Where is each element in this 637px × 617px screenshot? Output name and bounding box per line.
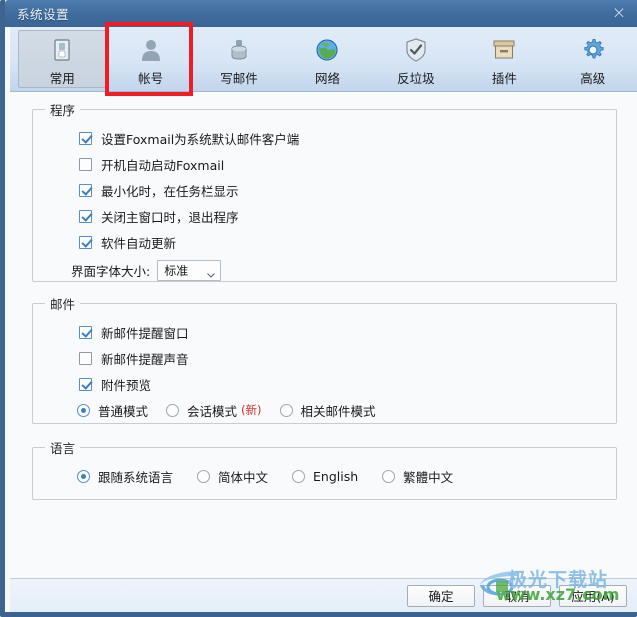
checkbox-minimize-tray-label: 最小化时，在任务栏显示 bbox=[101, 183, 239, 199]
radio-simplified-chinese-label: 简体中文 bbox=[218, 469, 269, 485]
settings-content: 程序 设置Foxmail为系统默认邮件客户端 开机自动启动Foxmail 最小化… bbox=[10, 92, 637, 578]
tab-advanced-label: 高级 bbox=[580, 71, 606, 86]
radio-item-traditional-chinese[interactable]: 繁體中文 bbox=[382, 467, 453, 486]
radio-item-conversation-mode[interactable]: 会话模式 (新) bbox=[166, 401, 262, 420]
apply-button[interactable]: 应用(A) bbox=[559, 584, 627, 607]
tab-account[interactable]: 帐号 bbox=[106, 30, 194, 88]
general-icon bbox=[47, 37, 77, 63]
settings-toolbar: 常用 帐号 写邮件 网络 反垃圾 插件 高级 bbox=[10, 27, 637, 92]
advanced-gear-icon bbox=[578, 37, 608, 63]
checkbox-newmail-popup[interactable] bbox=[79, 325, 92, 339]
checkbox-close-exit-label: 关闭主窗口时，退出程序 bbox=[101, 209, 239, 225]
group-language: 语言 跟随系统语言 简体中文 English 繁體中文 bbox=[32, 438, 617, 500]
tab-advanced[interactable]: 高级 bbox=[549, 30, 637, 88]
group-program-legend: 程序 bbox=[50, 103, 76, 118]
plugin-box-icon bbox=[489, 37, 519, 63]
titlebar: 系统设置 × bbox=[5, 0, 637, 27]
group-mail: 邮件 新邮件提醒窗口 新邮件提醒声音 附件预览 普通模式 会话模式 (新) 相关… bbox=[32, 294, 617, 424]
checkbox-row-autostart[interactable]: 开机自动启动Foxmail bbox=[33, 151, 616, 177]
group-mail-body: 新邮件提醒窗口 新邮件提醒声音 附件预览 普通模式 会话模式 (新) 相关邮件模… bbox=[33, 313, 616, 423]
checkbox-newmail-popup-label: 新邮件提醒窗口 bbox=[101, 325, 189, 341]
checkbox-row-default-client[interactable]: 设置Foxmail为系统默认邮件客户端 bbox=[33, 125, 616, 151]
chevron-down-icon bbox=[207, 267, 216, 278]
tab-account-label: 帐号 bbox=[138, 71, 164, 86]
radio-conversation-mode-label: 会话模式 bbox=[187, 403, 238, 419]
tab-network[interactable]: 网络 bbox=[283, 30, 371, 88]
badge-new: (新) bbox=[241, 403, 262, 417]
checkbox-row-close-exit[interactable]: 关闭主窗口时，退出程序 bbox=[33, 203, 616, 229]
radio-normal-mode[interactable] bbox=[77, 403, 90, 417]
checkbox-close-exit[interactable] bbox=[79, 209, 92, 223]
font-size-label: 界面字体大小: bbox=[71, 263, 151, 279]
checkbox-default-client[interactable] bbox=[79, 131, 92, 145]
tab-general[interactable]: 常用 bbox=[18, 30, 107, 88]
checkbox-default-client-label: 设置Foxmail为系统默认邮件客户端 bbox=[101, 131, 300, 147]
checkbox-minimize-tray[interactable] bbox=[79, 183, 92, 197]
tab-general-label: 常用 bbox=[49, 71, 75, 86]
tab-plugin[interactable]: 插件 bbox=[460, 30, 548, 88]
radio-system-language[interactable] bbox=[77, 469, 90, 483]
group-language-legend: 语言 bbox=[50, 441, 76, 456]
font-size-row: 界面字体大小: 标准 bbox=[33, 255, 616, 285]
checkbox-row-attachment-preview[interactable]: 附件预览 bbox=[33, 371, 616, 397]
radio-english-label: English bbox=[313, 468, 359, 484]
group-program-body: 设置Foxmail为系统默认邮件客户端 开机自动启动Foxmail 最小化时，在… bbox=[33, 119, 616, 285]
checkbox-attachment-preview-label: 附件预览 bbox=[101, 377, 152, 393]
radio-related-mail-mode[interactable] bbox=[279, 403, 293, 417]
checkbox-row-newmail-popup[interactable]: 新邮件提醒窗口 bbox=[33, 319, 616, 345]
tab-network-label: 网络 bbox=[314, 71, 340, 86]
radio-item-system-language[interactable]: 跟随系统语言 bbox=[77, 467, 173, 486]
radio-traditional-chinese[interactable] bbox=[382, 469, 396, 483]
window-title: 系统设置 bbox=[17, 7, 70, 22]
radio-item-normal-mode[interactable]: 普通模式 bbox=[77, 401, 148, 420]
mail-mode-radio-group: 普通模式 会话模式 (新) 相关邮件模式 bbox=[33, 397, 616, 423]
antispam-shield-icon bbox=[401, 37, 431, 63]
radio-related-mail-mode-label: 相关邮件模式 bbox=[300, 403, 376, 419]
radio-simplified-chinese[interactable] bbox=[197, 469, 211, 483]
checkbox-autostart[interactable] bbox=[79, 157, 92, 171]
checkbox-row-minimize-tray[interactable]: 最小化时，在任务栏显示 bbox=[33, 177, 616, 203]
radio-traditional-chinese-label: 繁體中文 bbox=[403, 469, 454, 485]
ok-button[interactable]: 确定 bbox=[407, 584, 475, 607]
radio-english[interactable] bbox=[292, 469, 306, 483]
group-mail-legend: 邮件 bbox=[50, 297, 76, 312]
checkbox-row-auto-update[interactable]: 软件自动更新 bbox=[33, 229, 616, 255]
tab-antispam-label: 反垃圾 bbox=[397, 71, 435, 86]
font-size-select[interactable]: 标准 bbox=[157, 259, 222, 281]
font-size-value: 标准 bbox=[164, 263, 189, 278]
account-person-icon bbox=[136, 37, 166, 63]
checkbox-row-newmail-sound[interactable]: 新邮件提醒声音 bbox=[33, 345, 616, 371]
group-program: 程序 设置Foxmail为系统默认邮件客户端 开机自动启动Foxmail 最小化… bbox=[32, 100, 617, 282]
radio-item-related-mail-mode[interactable]: 相关邮件模式 bbox=[279, 401, 376, 420]
checkbox-auto-update[interactable] bbox=[79, 235, 92, 249]
dialog-footer: 确定 取消 应用(A) bbox=[10, 578, 637, 612]
cancel-button[interactable]: 取消 bbox=[483, 584, 551, 607]
group-language-body: 跟随系统语言 简体中文 English 繁體中文 bbox=[33, 457, 616, 489]
checkbox-newmail-sound[interactable] bbox=[79, 351, 92, 365]
network-globe-icon bbox=[312, 37, 342, 63]
tab-plugin-label: 插件 bbox=[491, 71, 517, 86]
settings-dialog-window: 系统设置 × 常用 帐号 写邮件 网络 反垃圾 插件 高级 程序 设置Foxma… bbox=[0, 0, 637, 617]
checkbox-newmail-sound-label: 新邮件提醒声音 bbox=[101, 351, 189, 367]
radio-normal-mode-label: 普通模式 bbox=[98, 403, 149, 419]
checkbox-auto-update-label: 软件自动更新 bbox=[101, 235, 177, 251]
radio-conversation-mode[interactable] bbox=[166, 403, 180, 417]
checkbox-autostart-label: 开机自动启动Foxmail bbox=[101, 157, 225, 173]
tab-antispam[interactable]: 反垃圾 bbox=[372, 30, 460, 88]
radio-item-english[interactable]: English bbox=[292, 469, 358, 484]
close-icon[interactable]: × bbox=[602, 2, 636, 24]
radio-item-simplified-chinese[interactable]: 简体中文 bbox=[197, 467, 268, 486]
checkbox-attachment-preview[interactable] bbox=[79, 377, 92, 391]
compose-mail-icon bbox=[224, 37, 254, 63]
tab-compose[interactable]: 写邮件 bbox=[195, 30, 283, 88]
tab-compose-label: 写邮件 bbox=[220, 71, 258, 86]
window-frame: 系统设置 × 常用 帐号 写邮件 网络 反垃圾 插件 高级 程序 设置Foxma… bbox=[0, 0, 637, 617]
radio-system-language-label: 跟随系统语言 bbox=[98, 469, 174, 485]
language-radio-group: 跟随系统语言 简体中文 English 繁體中文 bbox=[33, 463, 616, 489]
